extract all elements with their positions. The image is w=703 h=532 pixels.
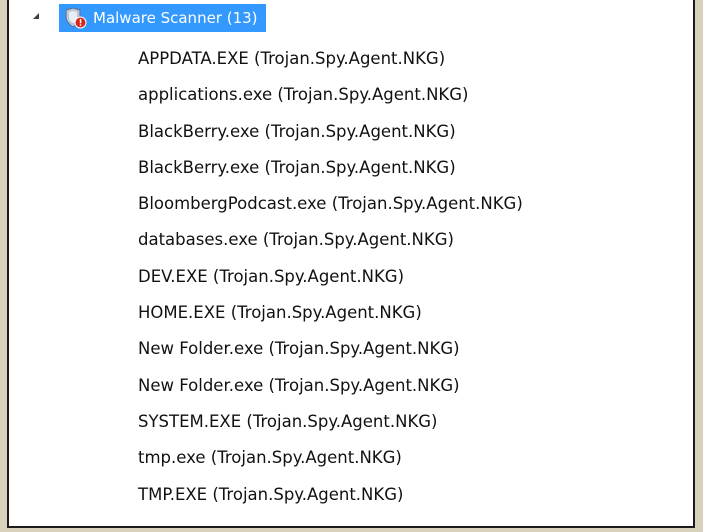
tree-children: APPDATA.EXE (Trojan.Spy.Agent.NKG) appli… — [9, 47, 693, 519]
scanner-shield-warning-icon — [65, 7, 87, 29]
tree-item-label: BlackBerry.exe (Trojan.Spy.Agent.NKG) — [138, 157, 456, 177]
tree-panel: Malware Scanner (13) APPDATA.EXE (Trojan… — [7, 0, 695, 528]
tree-item[interactable]: HOME.EXE (Trojan.Spy.Agent.NKG) — [9, 301, 693, 337]
tree-item-label: databases.exe (Trojan.Spy.Agent.NKG) — [138, 230, 454, 250]
tree-item[interactable]: applications.exe (Trojan.Spy.Agent.NKG) — [9, 83, 693, 119]
tree-item-label: TMP.EXE (Trojan.Spy.Agent.NKG) — [138, 484, 404, 504]
tree-item[interactable]: New Folder.exe (Trojan.Spy.Agent.NKG) — [9, 337, 693, 373]
tree-item-label: BlackBerry.exe (Trojan.Spy.Agent.NKG) — [138, 121, 456, 141]
tree-root-row[interactable]: Malware Scanner (13) — [9, 0, 693, 36]
tree-item[interactable]: tmp.exe (Trojan.Spy.Agent.NKG) — [9, 446, 693, 482]
tree-item-label: SYSTEM.EXE (Trojan.Spy.Agent.NKG) — [138, 411, 438, 431]
tree-item[interactable]: BloombergPodcast.exe (Trojan.Spy.Agent.N… — [9, 192, 693, 228]
tree-item-label: New Folder.exe (Trojan.Spy.Agent.NKG) — [138, 375, 460, 395]
malware-tree: Malware Scanner (13) APPDATA.EXE (Trojan… — [9, 0, 693, 504]
tree-item[interactable]: DEV.EXE (Trojan.Spy.Agent.NKG) — [9, 265, 693, 301]
tree-item-label: BloombergPodcast.exe (Trojan.Spy.Agent.N… — [138, 194, 523, 214]
tree-item-label: New Folder.exe (Trojan.Spy.Agent.NKG) — [138, 339, 460, 359]
tree-item[interactable]: New Folder.exe (Trojan.Spy.Agent.NKG) — [9, 374, 693, 410]
tree-item-label: tmp.exe (Trojan.Spy.Agent.NKG) — [138, 448, 402, 468]
tree-item-label: applications.exe (Trojan.Spy.Agent.NKG) — [138, 85, 469, 105]
tree-item-label: DEV.EXE (Trojan.Spy.Agent.NKG) — [138, 266, 405, 286]
tree-item[interactable]: APPDATA.EXE (Trojan.Spy.Agent.NKG) — [9, 47, 693, 83]
tree-item[interactable]: databases.exe (Trojan.Spy.Agent.NKG) — [9, 228, 693, 264]
tree-item[interactable]: BlackBerry.exe (Trojan.Spy.Agent.NKG) — [9, 120, 693, 156]
tree-item[interactable]: TMP.EXE (Trojan.Spy.Agent.NKG) — [9, 483, 693, 519]
tree-item[interactable]: SYSTEM.EXE (Trojan.Spy.Agent.NKG) — [9, 410, 693, 446]
tree-item-label: HOME.EXE (Trojan.Spy.Agent.NKG) — [138, 303, 422, 323]
tree-item-label: APPDATA.EXE (Trojan.Spy.Agent.NKG) — [138, 49, 446, 68]
tree-root-label: Malware Scanner (13) — [93, 9, 258, 27]
tree-item[interactable]: BlackBerry.exe (Trojan.Spy.Agent.NKG) — [9, 156, 693, 192]
tree-root-malware-scanner[interactable]: Malware Scanner (13) — [59, 4, 266, 32]
expand-triangle-icon[interactable] — [33, 13, 39, 19]
